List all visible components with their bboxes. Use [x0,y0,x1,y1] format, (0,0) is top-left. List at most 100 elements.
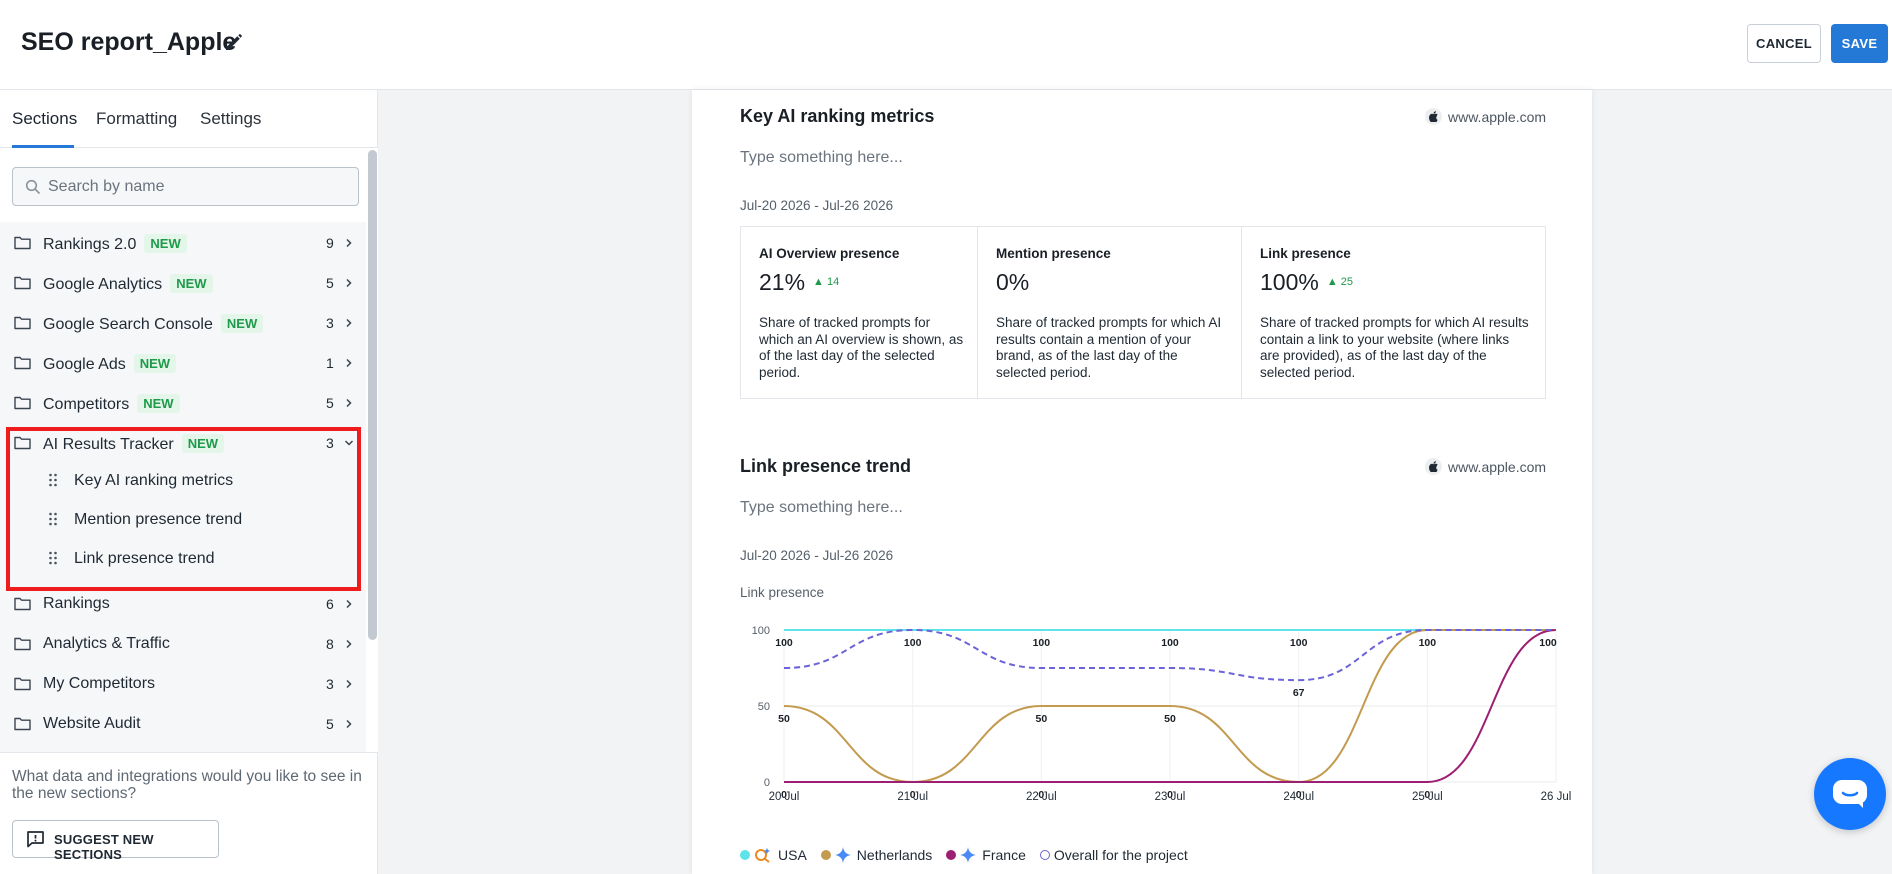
item-count: 9 [326,235,334,251]
legend-item[interactable]: Netherlands [820,847,932,863]
legend-marker [1039,850,1050,860]
sidebar-item-label: Competitors NEW [43,394,180,414]
tab-settings[interactable]: Settings [200,109,261,129]
top-bar: SEO report_Apple CANCEL SAVE [0,0,1892,90]
link-presence-chart: 05010020 Jul 21 Jul 22 Jul 23 Jul 24 Jul 25 J… [752,625,1572,803]
drag-handle-icon[interactable] [48,551,58,565]
y-tick-label: 100 [752,625,770,637]
metric-value: 0% [996,269,1030,295]
search-box [12,167,359,206]
legend-label: USA [778,847,807,863]
sidebar-item-label: Google Ads NEW [43,354,177,374]
new-badge: NEW [181,434,225,453]
gemini-sparkle-icon [834,847,851,863]
chevron-right-icon [346,278,352,288]
pencil-icon[interactable] [222,30,246,54]
subsection-label: Key AI ranking metrics [74,472,234,489]
report-title: SEO report_Apple [21,28,237,56]
key-metrics-note[interactable]: Type something here... [740,149,903,167]
cancel-button[interactable]: CANCEL [1747,24,1821,63]
chevron-right-icon [346,358,352,368]
new-badge: NEW [133,354,177,373]
new-badge: NEW [170,274,213,293]
sidebar-item-ai-results-tracker[interactable]: AI Results Tracker NEW 3 [0,424,366,464]
data-label: 100 [904,637,922,649]
item-name: Website Audit [43,715,141,732]
subsection-item[interactable]: Mention presence trend [0,500,366,540]
subsection-label: Mention presence trend [74,511,243,528]
chevron-right-icon [346,639,352,649]
sidebar-item-website-audit[interactable]: Website Audit 5 [0,705,366,745]
data-label: 0 [781,789,787,801]
legend-item[interactable]: USA [740,847,807,863]
sidebar-item-label: Rankings [43,595,110,613]
metric-description: Share of tracked prompts for which AI re… [1260,315,1529,380]
item-name: Competitors [43,396,130,413]
report-preview: Key AI ranking metrics www.apple.com Typ… [692,90,1592,874]
item-count: 1 [326,355,334,371]
link-trend-domain: www.apple.com [1425,458,1546,475]
link-trend-note[interactable]: Type something here... [740,499,903,517]
chat-icon [1833,780,1867,808]
sidebar-item-label: Rankings 2.0 NEW [43,234,187,254]
tab-sections[interactable]: Sections [12,109,77,129]
sidebar-item-google-analytics[interactable]: Google Analytics NEW 5 [0,264,366,304]
link-trend-title: Link presence trend [740,456,912,476]
chevron-right-icon [346,679,352,689]
sidebar-tabs: Sections Formatting Settings [0,90,378,148]
drag-handle-icon[interactable] [48,512,58,526]
item-name: Google Ads [43,356,126,373]
folder-icon [14,637,31,651]
data-label: 0 [1038,789,1044,801]
new-badge: NEW [220,314,264,333]
y-tick-label: 0 [764,777,770,789]
domain-text: www.apple.com [1448,108,1547,125]
sidebar-item-competitors[interactable]: Competitors NEW 5 [0,384,366,424]
drag-handle-icon[interactable] [48,473,58,487]
item-count: 5 [326,395,334,411]
search-input[interactable] [48,168,348,205]
sidebar-item-google-search-console[interactable]: Google Search Console NEW 3 [0,304,366,344]
metric-value: 100% ▲ 25 [1260,269,1353,296]
data-label: 0 [1167,789,1173,801]
folder-icon [14,597,31,611]
key-metrics-domain: www.apple.com [1425,108,1546,125]
subsection-item[interactable]: Link presence trend [0,539,366,579]
new-badge: NEW [144,234,187,253]
apple-logo-icon [1425,458,1442,475]
chevron-right-icon [346,318,352,328]
domain-text: www.apple.com [1448,458,1547,475]
suggest-label: SUGGEST NEW SECTIONS [54,832,154,862]
metric-value-number: 100% [1260,269,1319,295]
tab-formatting[interactable]: Formatting [96,109,177,129]
legend-item[interactable]: Overall for the project [1039,847,1188,863]
sidebar-item-label: Google Analytics NEW [43,274,213,294]
chart-y-label: Link presence [740,585,825,600]
suggest-new-sections-button[interactable]: SUGGEST NEW SECTIONS [12,820,219,862]
folder-icon [14,276,31,290]
feedback-icon [27,831,44,848]
sidebar-item-my-competitors[interactable]: My Competitors 3 [0,665,366,705]
sidebar-item-google-ads[interactable]: Google Ads NEW 1 [0,344,366,384]
item-count: 8 [326,636,334,652]
metric-mention: Mention presence 0% Share of tracked pro… [977,227,1241,398]
metric-delta: ▲ 14 [813,276,840,288]
sidebar-item-rankings-2-0[interactable]: Rankings 2.0 NEW 9 [0,224,366,264]
data-label: 50 [778,713,790,725]
data-label: 100 [1419,637,1437,649]
sidebar-footer: What data and integrations would you lik… [0,752,377,874]
metric-delta-value: 14 [827,276,840,288]
scrollbar-thumb[interactable] [368,150,377,640]
save-button[interactable]: SAVE [1831,24,1888,63]
sidebar-item-analytics-traffic[interactable]: Analytics & Traffic 8 [0,625,366,665]
subsection-item[interactable]: Key AI ranking metrics [0,461,366,501]
chat-button[interactable] [1814,758,1886,830]
item-name: Analytics & Traffic [43,635,170,652]
metric-link: Link presence 100% ▲ 25 Share of tracked … [1241,227,1545,398]
metric-name: Mention presence [996,246,1111,261]
metric-delta-value: 25 [1340,276,1354,288]
legend-item[interactable]: France [946,847,1026,863]
item-name: My Competitors [43,675,156,692]
item-name: Rankings [43,595,110,612]
sidebar-item-rankings[interactable]: Rankings 6 [0,585,366,625]
